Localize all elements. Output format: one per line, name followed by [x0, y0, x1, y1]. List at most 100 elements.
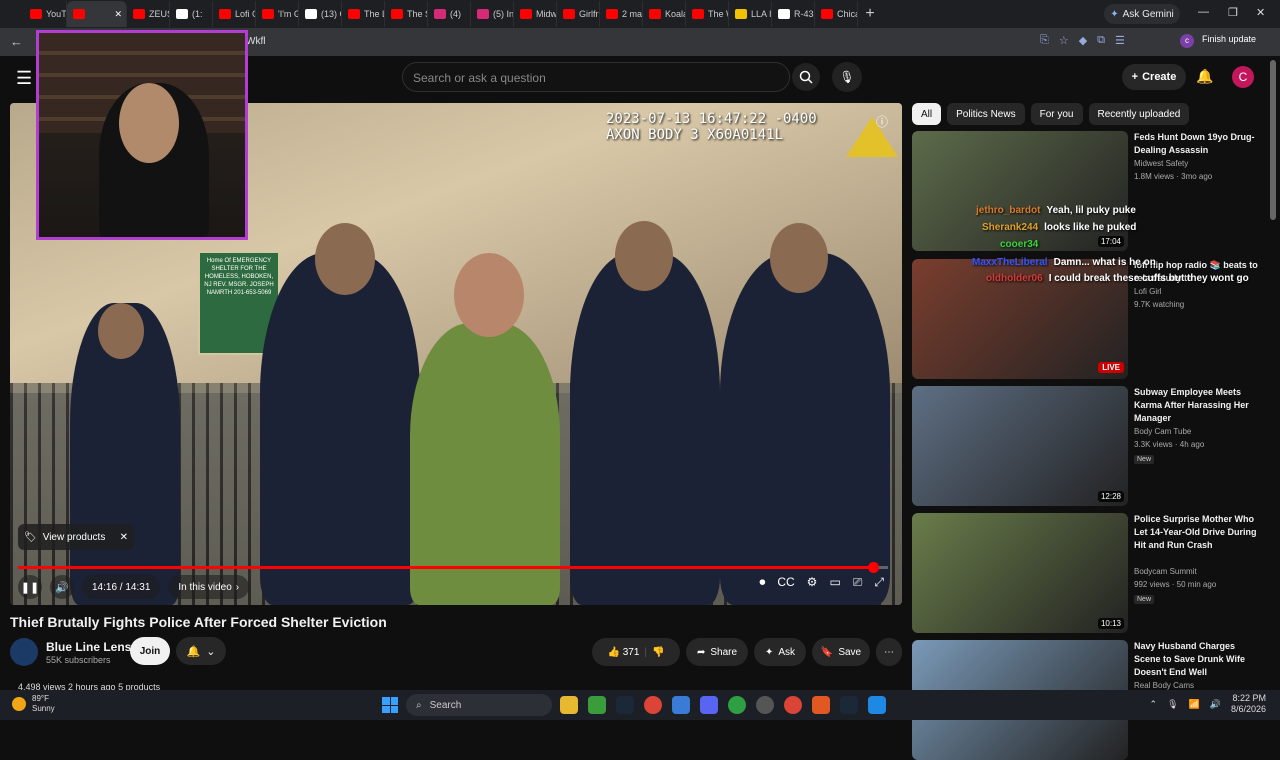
clock[interactable]: 8:22 PM 8/6/2026 [1231, 693, 1266, 715]
video-thumbnail[interactable]: 10:13 [912, 513, 1128, 633]
video-thumbnail[interactable]: 12:28 [912, 386, 1128, 506]
close-tab-icon[interactable]: ✕ [114, 9, 122, 20]
miniplayer-icon[interactable]: ▭ [829, 575, 840, 590]
browser-tab[interactable]: The S [385, 1, 428, 27]
recommended-video[interactable]: 10:13 Police Surprise Mother Who Let 14-Y… [912, 513, 1262, 633]
search-button[interactable] [792, 63, 820, 91]
captions-icon[interactable]: CC [777, 575, 794, 590]
save-button[interactable]: 🔖 Save [812, 638, 870, 666]
finish-update-button[interactable]: Finish update [1202, 34, 1256, 44]
new-tab-button[interactable]: + [858, 5, 882, 23]
chip-all[interactable]: All [912, 103, 942, 125]
app-icon[interactable] [588, 696, 606, 714]
recommended-channel[interactable]: Lofi Girl [1134, 287, 1162, 296]
recommended-video[interactable]: 17:04 Feds Hunt Down 19yo Drug-Dealing As… [912, 131, 1262, 251]
browser-tab[interactable]: Midw [514, 1, 557, 27]
weather-widget[interactable]: 89°F Sunny [12, 694, 55, 714]
browser-tab[interactable]: (4) [428, 1, 471, 27]
browser-tab[interactable]: R-438 [772, 1, 815, 27]
browser-tab[interactable]: Girlfri [557, 1, 600, 27]
close-icon[interactable]: ✕ [120, 532, 128, 543]
url-text[interactable]: Wkfl [246, 36, 265, 47]
chevron-up-icon[interactable]: ⌃ [1150, 699, 1158, 710]
app-icon[interactable] [868, 696, 886, 714]
browser-tab[interactable]: ✕ [67, 1, 127, 27]
recommended-title[interactable]: Feds Hunt Down 19yo Drug-Dealing Assassi… [1134, 131, 1258, 157]
puzzle-icon[interactable]: ⧉ [1097, 34, 1105, 47]
voice-search-button[interactable]: 🎙 [832, 62, 862, 92]
mic-tray-icon[interactable]: 🎙 [1167, 699, 1178, 710]
app-icon[interactable] [756, 696, 774, 714]
chrome-icon[interactable] [644, 696, 662, 714]
browser-tab[interactable]: LLA If [729, 1, 772, 27]
more-actions-button[interactable]: ⋯ [876, 638, 902, 666]
extension-icon[interactable]: ◆ [1079, 34, 1087, 47]
steam-icon[interactable] [840, 696, 858, 714]
recommended-channel[interactable]: Bodycam Summit [1134, 567, 1197, 576]
share-button[interactable]: ➦ Share [686, 638, 748, 666]
chip-for-you[interactable]: For you [1030, 103, 1083, 125]
browser-tab[interactable]: 2 mar [600, 1, 643, 27]
recommended-title[interactable]: Police Surprise Mother Who Let 14-Year-O… [1134, 513, 1258, 552]
app-icon[interactable] [728, 696, 746, 714]
start-button[interactable] [382, 697, 398, 713]
tab-search-icon[interactable]: ☰ [1115, 34, 1125, 47]
info-icon[interactable]: ⓘ [876, 113, 888, 130]
steam-icon[interactable] [616, 696, 634, 714]
channel-avatar[interactable] [10, 638, 38, 666]
browser-tab[interactable]: YouTu [24, 1, 67, 27]
chip-recently-uploaded[interactable]: Recently uploaded [1088, 103, 1190, 125]
search-input[interactable]: Search or ask a question [402, 62, 790, 92]
browser-tab[interactable]: 'I'm G [256, 1, 299, 27]
page-scrollbar[interactable] [1270, 60, 1276, 220]
account-avatar[interactable]: C [1232, 66, 1254, 88]
fullscreen-icon[interactable]: ⤢ [874, 575, 884, 590]
video-thumbnail[interactable]: 17:04 [912, 131, 1128, 251]
ask-gemini-button[interactable]: ✦ Ask Gemini [1104, 4, 1180, 24]
app-icon[interactable] [672, 696, 690, 714]
browser-tab[interactable]: The W [686, 1, 729, 27]
chip-politics-news[interactable]: Politics News [947, 103, 1025, 125]
profile-avatar[interactable]: c [1180, 34, 1194, 48]
browser-tab[interactable]: Koala [643, 1, 686, 27]
autoplay-toggle-icon[interactable]: ⏺ [759, 575, 765, 590]
notifications-icon[interactable]: 🔔 [1196, 68, 1213, 85]
close-window-icon[interactable]: ✕ [1256, 6, 1265, 19]
browser-tab[interactable]: (1: [170, 1, 213, 27]
browser-tab[interactable]: ZEUS [127, 1, 170, 27]
browser-tab[interactable]: The La [342, 1, 385, 27]
app-icon[interactable] [812, 696, 830, 714]
browser-tab[interactable]: (13) G [299, 1, 342, 27]
discord-icon[interactable] [700, 696, 718, 714]
cast-icon[interactable]: ⎚ [853, 575, 863, 590]
file-explorer-icon[interactable] [560, 696, 578, 714]
browser-tab[interactable]: Lofi G [213, 1, 256, 27]
recommended-channel[interactable]: Body Cam Tube [1134, 427, 1191, 436]
recommended-channel[interactable]: Real Body Cams [1134, 681, 1194, 690]
recommended-channel[interactable]: Midwest Safety [1134, 159, 1188, 168]
chrome-icon[interactable] [784, 696, 802, 714]
progress-bar[interactable] [18, 562, 888, 573]
back-arrow-icon[interactable]: ← [10, 34, 23, 49]
maximize-icon[interactable]: ❐ [1228, 6, 1238, 19]
install-icon[interactable]: ⎘ [1040, 34, 1049, 47]
browser-tab[interactable]: Chica [815, 1, 858, 27]
view-products-button[interactable]: 🏷 View products ✕ [18, 524, 134, 550]
recommended-video[interactable]: 12:28 Subway Employee Meets Karma After H… [912, 386, 1262, 506]
recommended-title[interactable]: Subway Employee Meets Karma After Harass… [1134, 386, 1258, 425]
recommended-title[interactable]: Navy Husband Charges Scene to Save Drunk… [1134, 640, 1258, 679]
browser-tab[interactable]: (5) Ins [471, 1, 514, 27]
dislike-button[interactable]: 👎 [652, 647, 664, 658]
subscribe-bell-button[interactable]: 🔔 ⌄ [176, 637, 226, 665]
in-this-video-button[interactable]: In this video › [168, 575, 250, 599]
channel-name[interactable]: Blue Line Lens [46, 640, 131, 654]
wifi-icon[interactable]: 📶 [1189, 699, 1200, 710]
like-button[interactable]: 👍 371 [608, 647, 640, 658]
settings-gear-icon[interactable]: ⚙ [807, 575, 818, 590]
minimize-icon[interactable]: — [1198, 6, 1209, 18]
menu-icon[interactable]: ☰ [16, 68, 32, 89]
create-button[interactable]: + Create [1122, 64, 1186, 90]
speaker-icon[interactable]: 🔊 [1210, 699, 1221, 710]
pause-button[interactable]: ❚❚ [18, 575, 42, 599]
bookmark-star-icon[interactable]: ☆ [1059, 34, 1069, 47]
